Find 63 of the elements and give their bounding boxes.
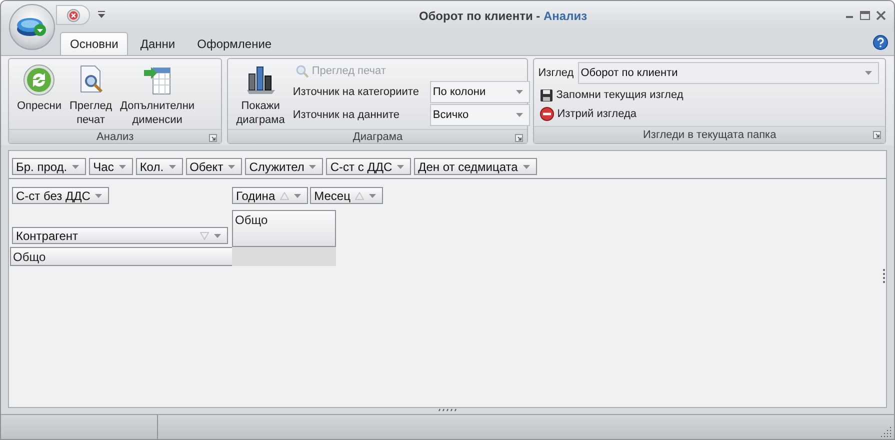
field-label: Източник на категориите [292, 86, 420, 98]
group-title: Анализ [96, 130, 134, 142]
caret-icon [95, 194, 102, 198]
ribbon-button[interactable]: Опресни [13, 62, 66, 129]
caret-icon [118, 164, 126, 168]
field-button[interactable]: Бр. прод. [12, 158, 86, 175]
dropdown[interactable]: Оборот по клиенти [578, 62, 879, 84]
field-button[interactable]: Служител [245, 158, 324, 175]
field-label: Източник на данните [292, 109, 401, 121]
caret-icon [72, 164, 80, 168]
field-button[interactable]: Година [232, 187, 308, 204]
caret-icon [369, 194, 376, 198]
refresh-icon [23, 64, 56, 96]
delete-icon [540, 107, 554, 121]
field-label: Изглед [538, 67, 574, 79]
caret-icon [397, 164, 404, 168]
ribbon-button[interactable]: Изтрий изгледа [538, 105, 879, 123]
splitter-grip-icon[interactable] [438, 408, 458, 412]
caret-icon [516, 113, 523, 117]
close-icon [66, 8, 80, 22]
field-button[interactable]: Ден от седмицата [414, 158, 537, 175]
ribbon-tab[interactable]: Данни [130, 32, 186, 55]
caret-icon [294, 194, 302, 198]
field-button[interactable]: Час [89, 158, 133, 175]
table-arrow-icon [141, 64, 174, 96]
row-header: Общо [10, 247, 232, 266]
caret-icon [168, 164, 176, 168]
field-button[interactable]: Контрагент [12, 227, 228, 244]
caret-icon [214, 234, 221, 238]
column-header: Общо [232, 210, 336, 247]
caret-icon [228, 164, 236, 168]
help-icon[interactable] [873, 35, 888, 50]
dropdown[interactable]: По колони [430, 81, 530, 103]
window-title: Оборот по клиенти - Анализ [418, 8, 588, 22]
customize-toolbar-icon[interactable] [98, 11, 105, 19]
field-button[interactable]: Кол. [136, 158, 183, 175]
field-button[interactable]: С-ст без ДДС [12, 187, 110, 204]
group-title: Диаграма [352, 130, 403, 142]
app-menu-button[interactable] [9, 4, 55, 50]
dialog-launcher-icon[interactable] [209, 134, 218, 142]
resize-grip-icon[interactable] [881, 426, 892, 437]
maximize-icon[interactable] [860, 11, 870, 20]
ribbon-button[interactable]: Запомни текущия изглед [538, 86, 879, 104]
group-title: Изгледи в текущата папка [643, 129, 776, 141]
ribbon-button[interactable]: Допълнителни дименсии [116, 62, 199, 129]
ribbon-button[interactable]: Преглед печат [65, 62, 116, 129]
ribbon-button[interactable]: Покажи диаграма [232, 62, 289, 129]
field-button[interactable]: Обект [186, 158, 242, 175]
caret-icon [309, 164, 316, 168]
caret-icon [522, 164, 530, 168]
dialog-launcher-icon[interactable] [873, 131, 881, 139]
close-document-button[interactable] [56, 5, 90, 25]
caret-icon [516, 90, 523, 94]
magnifier-icon [294, 64, 309, 78]
field-button[interactable]: С-ст с ДДС [326, 158, 412, 175]
caret-icon [864, 71, 872, 75]
ribbon-tab[interactable]: Оформление [187, 32, 282, 55]
dialog-launcher-icon[interactable] [515, 134, 524, 142]
close-icon[interactable] [876, 11, 886, 20]
field-button[interactable]: Месец [310, 187, 384, 204]
ribbon-tab[interactable]: Основни [60, 32, 128, 55]
dropdown[interactable]: Всичко [430, 104, 530, 126]
database-icon [16, 15, 48, 39]
